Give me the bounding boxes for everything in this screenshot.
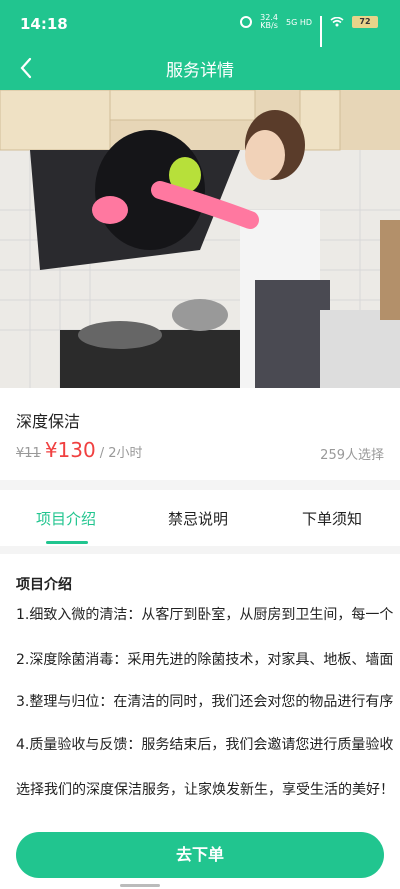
status-icons: 32.4 KB/s 5G HD 72 [240, 13, 378, 47]
original-price: ¥11 [16, 446, 41, 461]
battery-icon: 72 [352, 16, 378, 28]
status-bar: 14:18 32.4 KB/s 5G HD 72 [0, 0, 400, 47]
status-time: 14:18 [20, 15, 68, 33]
intro-heading: 项目介绍 [16, 577, 72, 593]
service-image [0, 90, 400, 388]
intro-item: 2.深度除菌消毒：采用先进的除菌技术，对家具、地板、墙面 [16, 652, 394, 668]
header: 14:18 32.4 KB/s 5G HD 72 服务详情 [0, 0, 400, 90]
service-info: 深度保洁 ¥11 ¥130 / 2小时 259人选择 [0, 388, 400, 480]
tab-intro[interactable]: 项目介绍 [36, 508, 96, 529]
intro-item: 4.质量验收与反馈：服务结束后，我们会邀请您进行质量验收 [16, 737, 394, 753]
intro-closing: 选择我们的深度保洁服务，让家焕发新生，享受生活的美好！ [16, 782, 394, 798]
tab-bar: 项目介绍 禁忌说明 下单须知 [0, 490, 400, 546]
price-unit: / 2小时 [99, 446, 143, 461]
network-type: 5G HD [285, 17, 312, 27]
intro-item: 3.整理与归位：在清洁的同时，我们还会对您的物品进行有序 [16, 694, 394, 710]
page-title: 服务详情 [166, 61, 234, 81]
nav-bar: 服务详情 [0, 46, 400, 90]
cleaning-photo [0, 90, 400, 388]
tab-order-notes[interactable]: 下单须知 [302, 508, 362, 529]
current-price: ¥130 [44, 438, 96, 462]
intro-item: 1.细致入微的清洁：从客厅到卧室，从厨房到卫生间，每一个 [16, 607, 394, 623]
wifi-icon [330, 17, 344, 27]
home-indicator [120, 884, 160, 887]
signal-icon [320, 16, 322, 47]
tab-indicator [46, 541, 88, 544]
selection-count: 259人选择 [320, 448, 384, 463]
network-speed: 32.4 KB/s [260, 13, 278, 30]
tab-taboos[interactable]: 禁忌说明 [168, 508, 228, 529]
alarm-icon [240, 16, 253, 28]
service-name: 深度保洁 [16, 412, 81, 431]
price-row: ¥11 ¥130 / 2小时 [16, 438, 143, 462]
place-order-button[interactable]: 去下单 [16, 832, 384, 878]
